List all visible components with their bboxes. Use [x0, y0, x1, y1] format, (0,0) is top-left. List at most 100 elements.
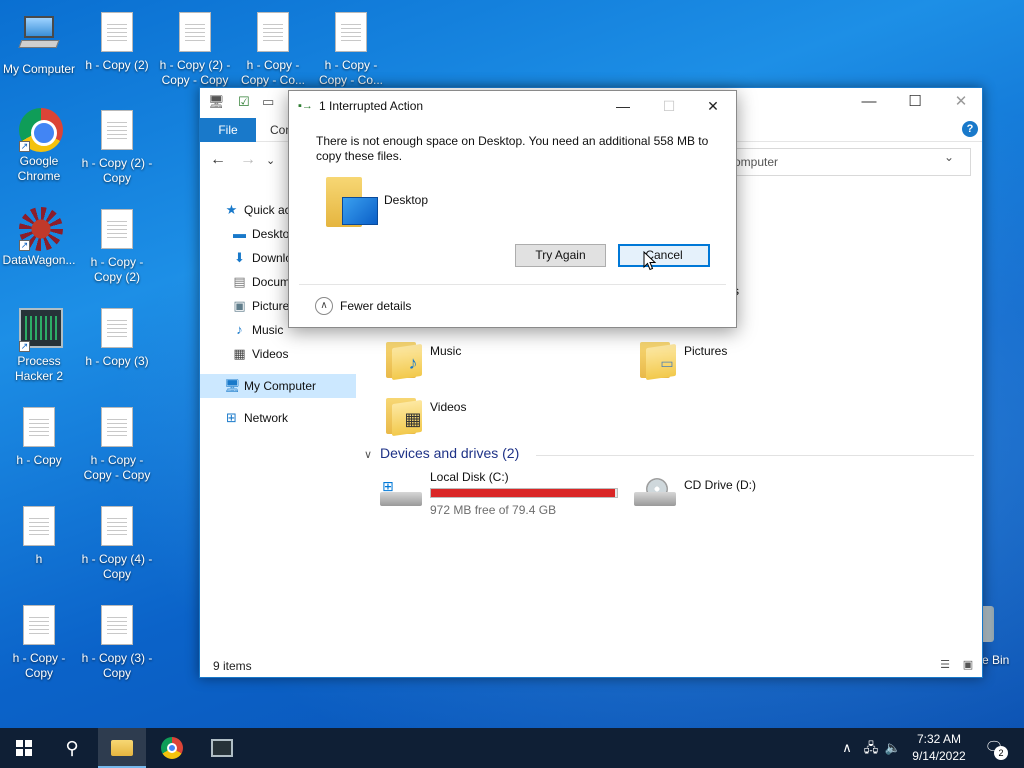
folder-music[interactable]: ♪ Music: [384, 338, 604, 388]
drive-cd-d[interactable]: CD Drive (D:): [634, 470, 834, 520]
nav-item-network[interactable]: ⊞ Network: [200, 406, 356, 430]
close-button[interactable]: ✕: [938, 88, 984, 118]
folder-label: Videos: [430, 400, 467, 414]
document-icon: [335, 12, 367, 52]
dialog-folder-label: Desktop: [384, 193, 429, 207]
process-hacker-taskbar-button[interactable]: [198, 728, 246, 768]
folder-icon: ♪: [384, 338, 422, 381]
shortcut-arrow-icon: ↗: [19, 240, 30, 251]
desktop-icon-file[interactable]: h - Copy - Copy: [0, 603, 78, 681]
desktop-icon-file[interactable]: h - Copy (2) - Copy: [78, 108, 156, 186]
desktop-icon-file[interactable]: h - Copy (4) - Copy: [78, 504, 156, 582]
desktop-icon-file[interactable]: h - Copy - Copy (2): [78, 207, 156, 285]
desktop-icon-file[interactable]: h: [0, 504, 78, 567]
nav-item-label: Docum: [252, 275, 291, 289]
desktop-icon-file[interactable]: h - Copy - Copy - Copy: [78, 405, 156, 483]
properties-icon[interactable]: ☑: [238, 95, 252, 109]
desktop-folder-icon: [326, 175, 378, 227]
item-count: 9 items: [213, 659, 252, 673]
desktop-icon-my-computer[interactable]: My Computer: [0, 10, 78, 77]
minimize-button[interactable]: —: [846, 88, 892, 118]
try-again-button[interactable]: Try Again: [515, 244, 606, 267]
network-icon: ⊞: [226, 410, 237, 425]
group-divider: [536, 455, 974, 456]
folder-pictures[interactable]: ▭ Pictures: [638, 338, 858, 388]
desktop-icon-label: h - Copy (2) - Copy - Copy: [159, 58, 231, 87]
desktop-icon-label: h - Copy (2): [85, 58, 149, 72]
desktop-icon-file[interactable]: h - Copy - Copy - Co...: [234, 10, 312, 88]
dialog-close-button[interactable]: ✕: [690, 91, 736, 121]
tab-file[interactable]: File: [200, 118, 256, 142]
document-icon: [101, 12, 133, 52]
search-icon[interactable]: ⚲: [48, 728, 96, 768]
document-icon: [101, 407, 133, 447]
cd-drive-icon: [634, 478, 678, 510]
desktop-icon-file[interactable]: h - Copy (3): [78, 306, 156, 369]
clock[interactable]: 7:32 AM 9/14/2022: [900, 731, 978, 765]
folder-icon: ▭: [638, 338, 676, 381]
dialog-minimize-button[interactable]: —: [600, 91, 646, 121]
dialog-title: 1 Interrupted Action: [319, 99, 424, 113]
nav-item-videos[interactable]: ▦ Videos: [200, 342, 356, 366]
document-icon: [101, 209, 133, 249]
document-icon: [179, 12, 211, 52]
copy-action-icon: ▪→: [298, 100, 313, 112]
desktop-icon-datawagon[interactable]: ↗ DataWagon...: [0, 207, 78, 268]
computer-small-icon: 🖥: [208, 94, 225, 109]
document-icon: [101, 506, 133, 546]
desktop-icon-label: My Computer: [2, 62, 76, 76]
devices-group-header[interactable]: ∨ Devices and drives (2): [364, 445, 519, 461]
dialog-maximize-button: ☐: [662, 98, 676, 114]
folder-videos[interactable]: ▦ Videos: [384, 394, 604, 444]
computer-icon: [18, 16, 60, 50]
drive-free-space: 972 MB free of 79.4 GB: [430, 503, 557, 517]
document-icon: [23, 605, 55, 645]
mouse-cursor-icon: [643, 251, 657, 271]
file-explorer-taskbar-button[interactable]: [98, 728, 146, 768]
desktop-icon-google-chrome[interactable]: ↗ Google Chrome: [0, 108, 78, 184]
action-center-button[interactable]: 🗨 2: [980, 736, 1008, 760]
document-icon: [257, 12, 289, 52]
large-icons-view-icon[interactable]: ▣: [960, 659, 976, 671]
nav-item-label: Videos: [252, 347, 289, 361]
nav-item-label: Deskto: [252, 227, 290, 241]
desktop-icon-file[interactable]: h - Copy - Copy - Co...: [312, 10, 390, 88]
chevron-up-icon: ∧: [315, 297, 333, 315]
interrupted-action-dialog: ▪→ 1 Interrupted Action — ☐ ✕ There is n…: [288, 90, 737, 328]
maximize-button[interactable]: ☐: [892, 88, 938, 118]
document-icon: [101, 605, 133, 645]
nav-item-label: Downlo: [252, 251, 293, 265]
document-icon: [23, 506, 55, 546]
film-icon: ▦: [233, 346, 246, 361]
desktop-icon-file[interactable]: h - Copy: [0, 405, 78, 468]
desktop-icon-file[interactable]: h - Copy (2) - Copy - Copy: [156, 10, 234, 88]
clock-time: 7:32 AM: [916, 732, 962, 746]
desktop-icon-process-hacker[interactable]: ↗ Process Hacker 2: [0, 306, 78, 384]
network-status-icon[interactable]: 🖧: [860, 728, 882, 768]
address-bar[interactable]: omputer: [723, 148, 971, 176]
document-icon: [23, 407, 55, 447]
new-folder-icon[interactable]: ▭: [262, 95, 276, 109]
forward-arrow-icon[interactable]: →: [240, 151, 256, 169]
drive-local-disk-c[interactable]: ⊞ Local Disk (C:) 972 MB free of 79.4 GB: [380, 470, 630, 520]
documents-icon: ▤: [233, 274, 246, 289]
nav-item-my-computer[interactable]: 🖥 My Computer: [200, 374, 356, 398]
desktop-icon-label: h - Copy (2) - Copy: [81, 156, 153, 185]
folder-icon: ▦: [384, 394, 422, 437]
help-icon[interactable]: ?: [962, 121, 978, 137]
back-arrow-icon[interactable]: ←: [210, 151, 226, 169]
desktop-icon-file[interactable]: h - Copy (3) - Copy: [78, 603, 156, 681]
chrome-taskbar-button[interactable]: [148, 728, 196, 768]
windows-logo-icon: [16, 740, 32, 756]
recent-locations-chevron-icon[interactable]: ⌄: [266, 154, 275, 167]
start-button[interactable]: [0, 728, 48, 768]
nav-item-label: My Computer: [244, 379, 317, 393]
details-view-icon[interactable]: ☰: [937, 659, 953, 671]
fewer-details-label: Fewer details: [340, 299, 412, 313]
desktop-icon: ▬: [233, 226, 246, 241]
nav-item-label: Network: [244, 411, 289, 425]
desktop-icon-file[interactable]: h - Copy (2): [78, 10, 156, 73]
drive-usage-fill: [431, 489, 615, 497]
cancel-button[interactable]: Cancel: [618, 244, 710, 267]
show-hidden-icons-chevron-icon[interactable]: ∧: [838, 728, 856, 768]
